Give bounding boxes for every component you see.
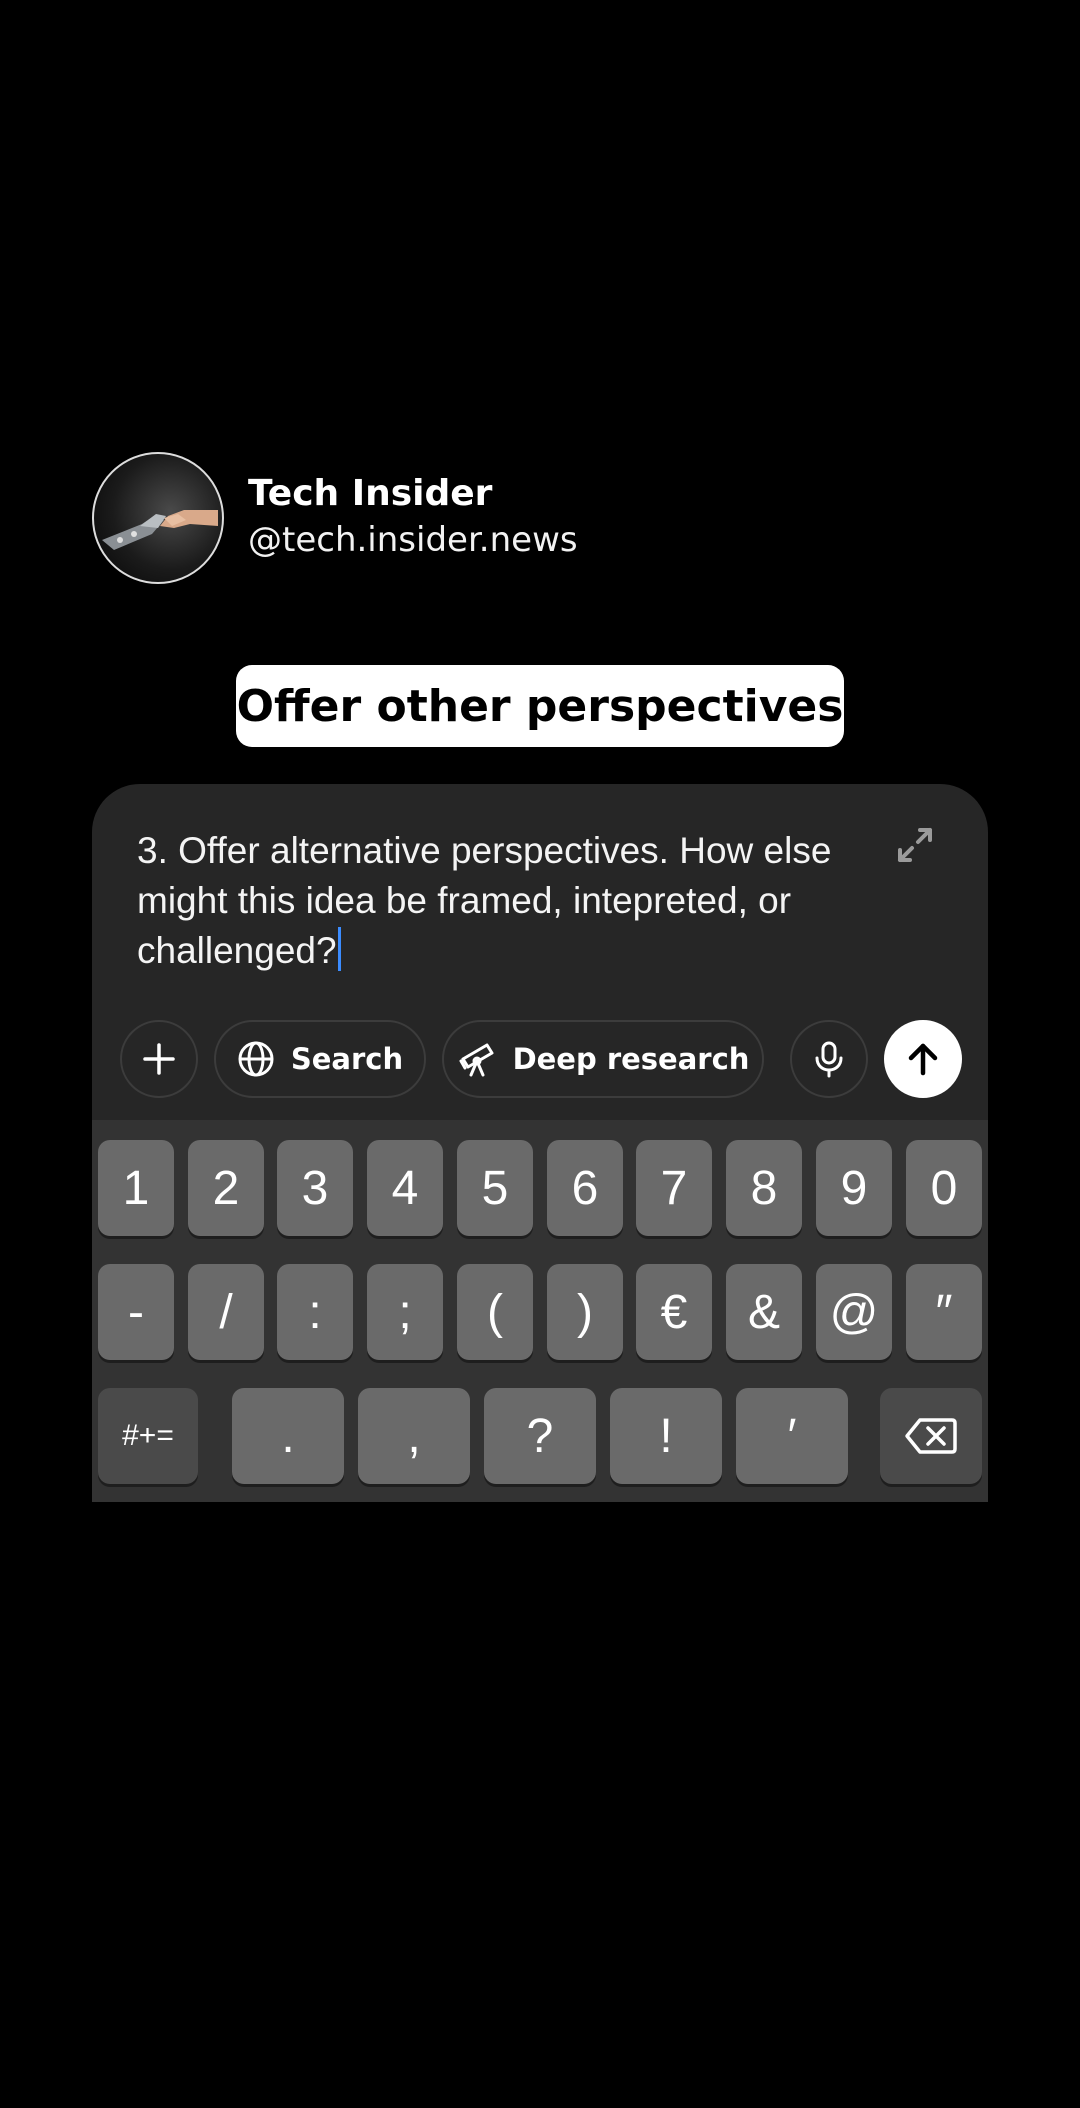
key-2[interactable]: 2	[188, 1140, 264, 1236]
telescope-icon	[459, 1043, 494, 1077]
key-exclamation[interactable]: !	[610, 1388, 722, 1484]
prompt-input[interactable]: 3. Offer alternative perspectives. How e…	[137, 826, 857, 976]
key-6[interactable]: 6	[547, 1140, 623, 1236]
key-5[interactable]: 5	[457, 1140, 533, 1236]
profile-handle: @tech.insider.news	[248, 520, 578, 560]
key-question[interactable]: ?	[484, 1388, 596, 1484]
numeric-keyboard: 1 2 3 4 5 6 7 8 9 0 - / : ; ( ) € & @ ″ …	[92, 1120, 988, 1502]
key-apostrophe[interactable]: ′	[736, 1388, 848, 1484]
avatar[interactable]	[92, 452, 224, 584]
search-button-label: Search	[290, 1042, 404, 1076]
expand-arrows-icon[interactable]	[894, 824, 936, 866]
key-1[interactable]: 1	[98, 1140, 174, 1236]
microphone-button[interactable]	[790, 1020, 868, 1098]
add-attachment-button[interactable]	[120, 1020, 198, 1098]
key-quote[interactable]: ″	[906, 1264, 982, 1360]
globe-icon	[238, 1041, 274, 1077]
key-open-paren[interactable]: (	[457, 1264, 533, 1360]
chat-composer: 3. Offer alternative perspectives. How e…	[92, 784, 988, 1120]
profile-header: Tech Insider @tech.insider.news	[92, 452, 578, 584]
profile-name: Tech Insider	[248, 473, 493, 514]
arrow-up-icon	[908, 1043, 938, 1076]
microphone-icon	[815, 1041, 843, 1078]
key-colon[interactable]: :	[277, 1264, 353, 1360]
text-caret	[337, 927, 341, 971]
caption-banner: Offer other perspectives	[236, 665, 844, 747]
key-4[interactable]: 4	[367, 1140, 443, 1236]
prompt-text: 3. Offer alternative perspectives. How e…	[137, 830, 832, 971]
key-0[interactable]: 0	[906, 1140, 982, 1236]
backspace-key[interactable]	[880, 1388, 982, 1484]
key-at[interactable]: @	[816, 1264, 892, 1360]
key-hyphen[interactable]: -	[98, 1264, 174, 1360]
send-button[interactable]	[884, 1020, 962, 1098]
key-euro[interactable]: €	[636, 1264, 712, 1360]
backspace-icon	[905, 1418, 957, 1454]
deep-research-button[interactable]: Deep research	[442, 1020, 764, 1098]
plus-icon	[143, 1043, 175, 1075]
key-semicolon[interactable]: ;	[367, 1264, 443, 1360]
key-ampersand[interactable]: &	[726, 1264, 802, 1360]
key-9[interactable]: 9	[816, 1140, 892, 1236]
deep-research-button-label: Deep research	[512, 1042, 750, 1076]
key-slash[interactable]: /	[188, 1264, 264, 1360]
symbols-toggle-key[interactable]: #+=	[98, 1388, 198, 1484]
key-8[interactable]: 8	[726, 1140, 802, 1236]
key-period[interactable]: .	[232, 1388, 344, 1484]
key-3[interactable]: 3	[277, 1140, 353, 1236]
key-7[interactable]: 7	[636, 1140, 712, 1236]
key-comma[interactable]: ,	[358, 1388, 470, 1484]
search-button[interactable]: Search	[214, 1020, 426, 1098]
robot-human-handshake-icon	[102, 510, 218, 550]
key-close-paren[interactable]: )	[547, 1264, 623, 1360]
